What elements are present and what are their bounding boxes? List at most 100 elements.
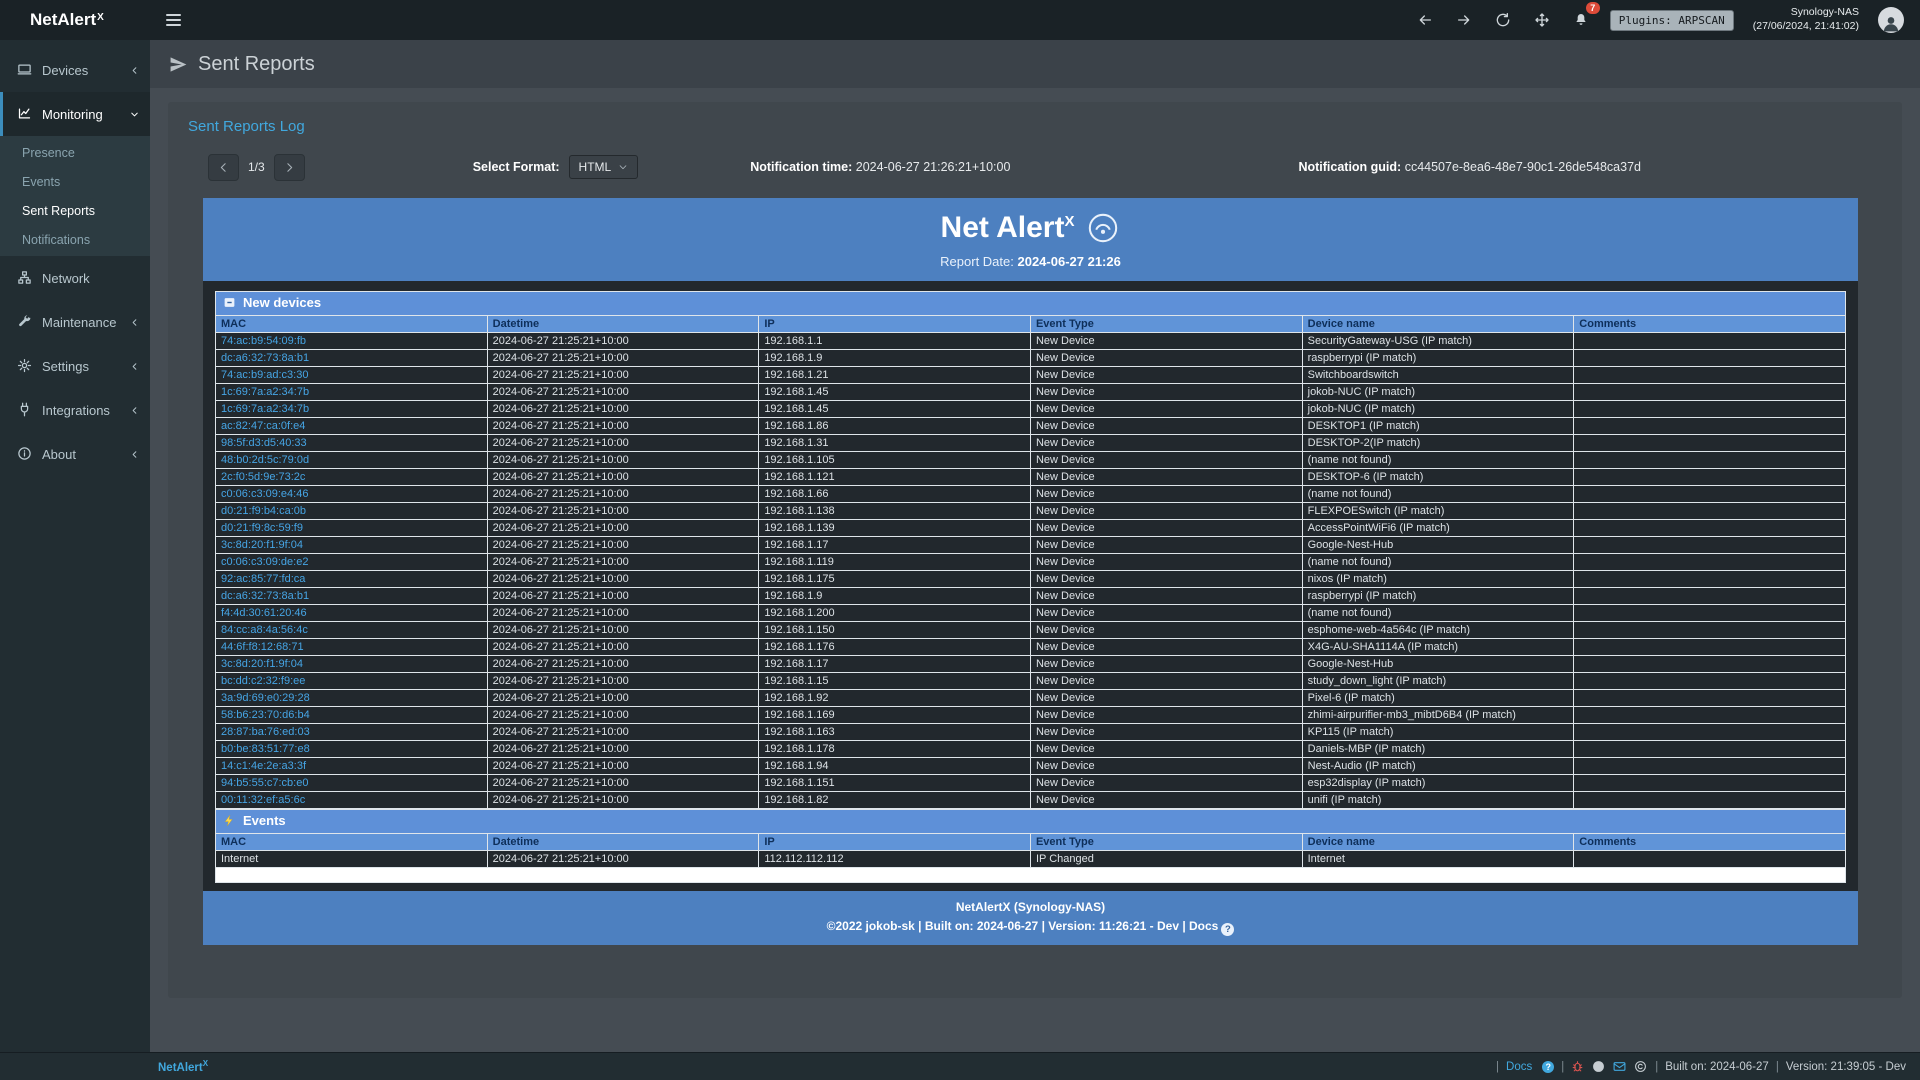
notification-count-badge: 7 [1586, 2, 1600, 14]
event-type-cell: New Device [1030, 367, 1302, 384]
move-icon[interactable] [1532, 10, 1552, 30]
comments-cell [1574, 452, 1846, 469]
sent-reports-log-link[interactable]: Sent Reports Log [188, 118, 305, 135]
envelope-icon[interactable] [1613, 1060, 1627, 1074]
report-row: 48:b0:2d:5c:79:0d2024-06-27 21:25:21+10:… [216, 452, 1846, 469]
device-name-cell: jokob-NUC (IP match) [1302, 401, 1574, 418]
mac-cell[interactable]: 92:ac:85:77:fd:ca [216, 571, 488, 588]
footer-brand-link[interactable]: NetAlertX [158, 1059, 208, 1074]
mac-cell[interactable]: 2c:f0:5d:9e:73:2c [216, 469, 488, 486]
ip-cell: 192.168.1.119 [759, 554, 1031, 571]
comments-cell [1574, 656, 1846, 673]
mac-cell[interactable]: 3c:8d:20:f1:9f:04 [216, 537, 488, 554]
sidebar-item-monitoring[interactable]: Monitoring [0, 92, 150, 136]
mac-cell[interactable]: 28:87:ba:76:ed:03 [216, 724, 488, 741]
mac-cell[interactable]: f4:4d:30:61:20:46 [216, 605, 488, 622]
event-type-cell: New Device [1030, 571, 1302, 588]
forward-icon[interactable] [1454, 10, 1474, 30]
mac-cell[interactable]: c0:06:c3:09:e4:46 [216, 486, 488, 503]
mac-cell[interactable]: 44:6f:f8:12:68:71 [216, 639, 488, 656]
mac-cell[interactable]: 1c:69:7a:a2:34:7b [216, 401, 488, 418]
event-type-cell: New Device [1030, 707, 1302, 724]
mac-cell[interactable]: 00:11:32:ef:a5:6c [216, 792, 488, 809]
event-type-cell: New Device [1030, 333, 1302, 350]
chevron-left-icon [129, 449, 140, 460]
sidebar-item-label: Network [42, 271, 90, 286]
mac-cell[interactable]: 98:5f:d3:d5:40:33 [216, 435, 488, 452]
sub-item-label: Notifications [22, 233, 90, 247]
mac-cell[interactable]: bc:dd:c2:32:f9:ee [216, 673, 488, 690]
github-icon[interactable] [1592, 1060, 1606, 1074]
laptop-icon [17, 62, 33, 78]
datetime-cell: 2024-06-27 21:25:21+10:00 [487, 724, 759, 741]
mac-cell[interactable]: 58:b6:23:70:d6:b4 [216, 707, 488, 724]
brand-text: NetAlert [30, 10, 96, 30]
sent-reports-box: Sent Reports Log 1/3 Select Format: HTML… [168, 102, 1902, 998]
sidebar-toggle-button[interactable] [150, 0, 196, 40]
page-header: Sent Reports [150, 40, 1920, 88]
sidebar-item-settings[interactable]: Settings [0, 344, 150, 388]
brand-sup: X [97, 12, 104, 23]
page-title: Sent Reports [198, 53, 315, 76]
sidebar-item-devices[interactable]: Devices [0, 48, 150, 92]
mac-cell[interactable]: 74:ac:b9:ad:c3:30 [216, 367, 488, 384]
mac-cell[interactable]: dc:a6:32:73:8a:b1 [216, 350, 488, 367]
event-type-cell: New Device [1030, 486, 1302, 503]
mac-cell[interactable]: 74:ac:b9:54:09:fb [216, 333, 488, 350]
sidebar-item-about[interactable]: About [0, 432, 150, 476]
bug-icon[interactable] [1571, 1060, 1585, 1074]
device-name-cell: FLEXPOESwitch (IP match) [1302, 503, 1574, 520]
device-name-cell: Nest-Audio (IP match) [1302, 758, 1574, 775]
sidebar-item-network[interactable]: Network [0, 256, 150, 300]
datetime-cell: 2024-06-27 21:25:21+10:00 [487, 350, 759, 367]
new-devices-section-row: New devices [216, 292, 1846, 316]
mac-cell[interactable]: 84:cc:a8:4a:56:4c [216, 622, 488, 639]
report-row: 94:b5:55:c7:cb:e02024-06-27 21:25:21+10:… [216, 775, 1846, 792]
back-icon[interactable] [1415, 10, 1435, 30]
sidebar-item-notifications[interactable]: Notifications [0, 225, 150, 254]
sidebar-item-integrations[interactable]: Integrations [0, 388, 150, 432]
question-circle-icon[interactable]: ? [1542, 1061, 1554, 1073]
sidebar-item-presence[interactable]: Presence [0, 138, 150, 167]
prev-page-button[interactable] [208, 154, 239, 181]
refresh-icon[interactable] [1493, 10, 1513, 30]
mac-cell[interactable]: 3c:8d:20:f1:9f:04 [216, 656, 488, 673]
sidebar-item-maintenance[interactable]: Maintenance [0, 300, 150, 344]
mac-cell[interactable]: ac:82:47:ca:0f:e4 [216, 418, 488, 435]
mac-cell[interactable]: 48:b0:2d:5c:79:0d [216, 452, 488, 469]
datetime-cell: 2024-06-27 21:25:21+10:00 [487, 639, 759, 656]
next-page-button[interactable] [274, 154, 305, 181]
event-type-cell: New Device [1030, 452, 1302, 469]
comments-cell [1574, 690, 1846, 707]
col-ip: IP [759, 834, 1031, 851]
mac-cell[interactable]: 94:b5:55:c7:cb:e0 [216, 775, 488, 792]
comments-cell [1574, 469, 1846, 486]
host-name: Synology-NAS [1753, 6, 1859, 20]
mac-cell[interactable]: dc:a6:32:73:8a:b1 [216, 588, 488, 605]
plugins-badge[interactable]: Plugins: ARPSCAN [1610, 10, 1734, 31]
sidebar-item-events[interactable]: Events [0, 167, 150, 196]
mac-cell[interactable]: 3a:9d:69:e0:29:28 [216, 690, 488, 707]
footer-brand-sup: X [203, 1059, 208, 1068]
chevron-left-icon [129, 405, 140, 416]
notification-guid-value: cc44507e-8ea6-48e7-90c1-26de548ca37d [1405, 160, 1641, 174]
mac-cell[interactable]: b0:be:83:51:77:e8 [216, 741, 488, 758]
mac-cell[interactable]: d0:21:f9:b4:ca:0b [216, 503, 488, 520]
format-select[interactable]: HTML [569, 155, 639, 179]
ip-cell: 192.168.1.121 [759, 469, 1031, 486]
host-time: (27/06/2024, 21:41:02) [1753, 20, 1859, 34]
comments-cell [1574, 758, 1846, 775]
notifications-bell-button[interactable]: 7 [1571, 10, 1591, 30]
mac-cell[interactable]: c0:06:c3:09:de:e2 [216, 554, 488, 571]
device-name-cell: (name not found) [1302, 452, 1574, 469]
mac-cell[interactable]: 1c:69:7a:a2:34:7b [216, 384, 488, 401]
brand-logo[interactable]: NetAlertX [0, 0, 150, 40]
mac-cell[interactable]: d0:21:f9:8c:59:f9 [216, 520, 488, 537]
user-avatar[interactable] [1878, 7, 1904, 33]
footer-docs-link[interactable]: Docs [1506, 1061, 1532, 1073]
sidebar-item-sent-reports[interactable]: Sent Reports [0, 196, 150, 225]
report-row: 58:b6:23:70:d6:b42024-06-27 21:25:21+10:… [216, 707, 1846, 724]
mac-cell[interactable]: 14:c1:4e:2e:a3:3f [216, 758, 488, 775]
datetime-cell: 2024-06-27 21:25:21+10:00 [487, 792, 759, 809]
datetime-cell: 2024-06-27 21:25:21+10:00 [487, 758, 759, 775]
